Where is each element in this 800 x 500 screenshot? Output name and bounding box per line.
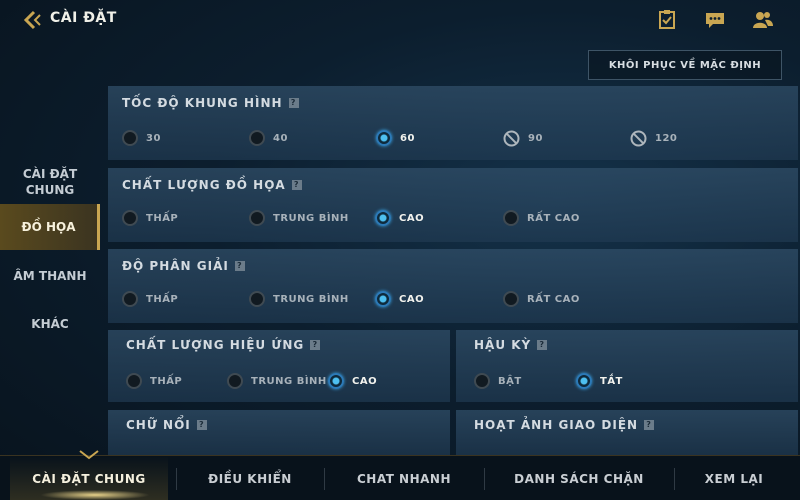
back-arrow-icon[interactable] (22, 10, 44, 30)
help-icon[interactable]: ? (537, 340, 548, 350)
ui-animation-title: HOẠT ẢNH GIAO DIỆN ? (474, 418, 655, 432)
friends-icon[interactable] (752, 10, 774, 30)
sidebar-item-graphics[interactable]: ĐỒ HỌA (0, 204, 100, 250)
post-processing-panel: HẬU KỲ ? BẬT TẮT (456, 330, 798, 402)
radio-icon (122, 291, 138, 307)
radio-icon (249, 291, 265, 307)
restore-defaults-button[interactable]: KHÔI PHỤC VỀ MẶC ĐỊNH (588, 50, 782, 80)
radio-icon (122, 130, 138, 146)
post-processing-title: HẬU KỲ ? (474, 338, 548, 352)
sidebar-item-sound[interactable]: ÂM THANH (0, 268, 100, 284)
post-processing-option-on[interactable]: BẬT (474, 373, 522, 389)
sidebar-item-label: ĐỒ HỌA (21, 220, 76, 234)
effects-quality-panel: CHẤT LƯỢNG HIỆU ỨNG ? THẤP TRUNG BÌNH CA… (108, 330, 450, 402)
tab-controls[interactable]: ĐIỀU KHIỂN (176, 456, 324, 500)
floating-text-panel: CHỮ NỔI ? (108, 410, 450, 455)
radio-icon (249, 130, 265, 146)
ui-animation-panel: HOẠT ẢNH GIAO DIỆN ? (456, 410, 798, 455)
radio-selected-icon (375, 210, 391, 226)
resolution-panel: ĐỘ PHÂN GIẢI ? THẤP TRUNG BÌNH CAO RẤT C… (108, 249, 798, 323)
chevron-down-icon (79, 450, 99, 460)
radio-selected-icon (376, 130, 392, 146)
radio-icon (503, 210, 519, 226)
fps-option-120: 120 (630, 130, 677, 147)
tab-quick-chat[interactable]: CHAT NHANH (324, 456, 484, 500)
help-icon[interactable]: ? (291, 180, 302, 190)
fps-option-90: 90 (503, 130, 543, 147)
radio-selected-icon (328, 373, 344, 389)
sidebar-item-label: CHUNG (25, 183, 75, 197)
floating-text-title: CHỮ NỔI ? (126, 418, 207, 432)
resolution-option-very-high[interactable]: RẤT CAO (503, 291, 580, 307)
radio-selected-icon (375, 291, 391, 307)
help-icon[interactable]: ? (644, 420, 655, 430)
chat-icon[interactable] (704, 10, 726, 30)
radio-icon (503, 291, 519, 307)
sidebar-item-label: KHÁC (31, 317, 69, 331)
page-title: CÀI ĐẶT (50, 10, 117, 26)
resolution-title: ĐỘ PHÂN GIẢI ? (122, 259, 245, 273)
disabled-icon (630, 130, 647, 147)
radio-selected-icon (576, 373, 592, 389)
fps-option-40[interactable]: 40 (249, 130, 288, 146)
effects-option-low[interactable]: THẤP (126, 373, 182, 389)
top-bar: CÀI ĐẶT (0, 0, 800, 40)
tab-replay[interactable]: XEM LẠI (674, 456, 794, 500)
sidebar-item-other[interactable]: KHÁC (0, 316, 100, 332)
effects-quality-title: CHẤT LƯỢNG HIỆU ỨNG ? (126, 338, 321, 352)
sidebar-item-label: ÂM THANH (13, 269, 87, 283)
help-icon[interactable]: ? (196, 420, 207, 430)
graphics-option-high[interactable]: CAO (375, 210, 424, 226)
fps-panel: TỐC ĐỘ KHUNG HÌNH ? 30 40 60 90 120 (108, 86, 798, 160)
radio-icon (122, 210, 138, 226)
help-icon[interactable]: ? (310, 340, 321, 350)
graphics-option-low[interactable]: THẤP (122, 210, 178, 226)
sidebar-item-label: CÀI ĐẶT (22, 167, 78, 181)
graphics-option-very-high[interactable]: RẤT CAO (503, 210, 580, 226)
radio-icon (249, 210, 265, 226)
missions-icon[interactable] (656, 10, 678, 30)
help-icon[interactable]: ? (288, 98, 299, 108)
graphics-option-medium[interactable]: TRUNG BÌNH (249, 210, 349, 226)
radio-icon (227, 373, 243, 389)
radio-icon (126, 373, 142, 389)
help-icon[interactable]: ? (234, 261, 245, 271)
graphics-quality-title: CHẤT LƯỢNG ĐỒ HỌA ? (122, 178, 302, 192)
fps-option-30[interactable]: 30 (122, 130, 161, 146)
resolution-option-low[interactable]: THẤP (122, 291, 178, 307)
resolution-option-medium[interactable]: TRUNG BÌNH (249, 291, 349, 307)
fps-title: TỐC ĐỘ KHUNG HÌNH ? (122, 96, 299, 110)
resolution-option-high[interactable]: CAO (375, 291, 424, 307)
disabled-icon (503, 130, 520, 147)
effects-option-medium[interactable]: TRUNG BÌNH (227, 373, 327, 389)
post-processing-option-off[interactable]: TẮT (576, 373, 623, 389)
active-tab-glow (40, 490, 150, 500)
radio-icon (474, 373, 490, 389)
effects-option-high[interactable]: CAO (328, 373, 377, 389)
graphics-quality-panel: CHẤT LƯỢNG ĐỒ HỌA ? THẤP TRUNG BÌNH CAO … (108, 168, 798, 242)
fps-option-60[interactable]: 60 (376, 130, 415, 146)
sidebar-item-general[interactable]: CÀI ĐẶT CHUNG (0, 166, 100, 198)
tab-block-list[interactable]: DANH SÁCH CHẶN (484, 456, 674, 500)
